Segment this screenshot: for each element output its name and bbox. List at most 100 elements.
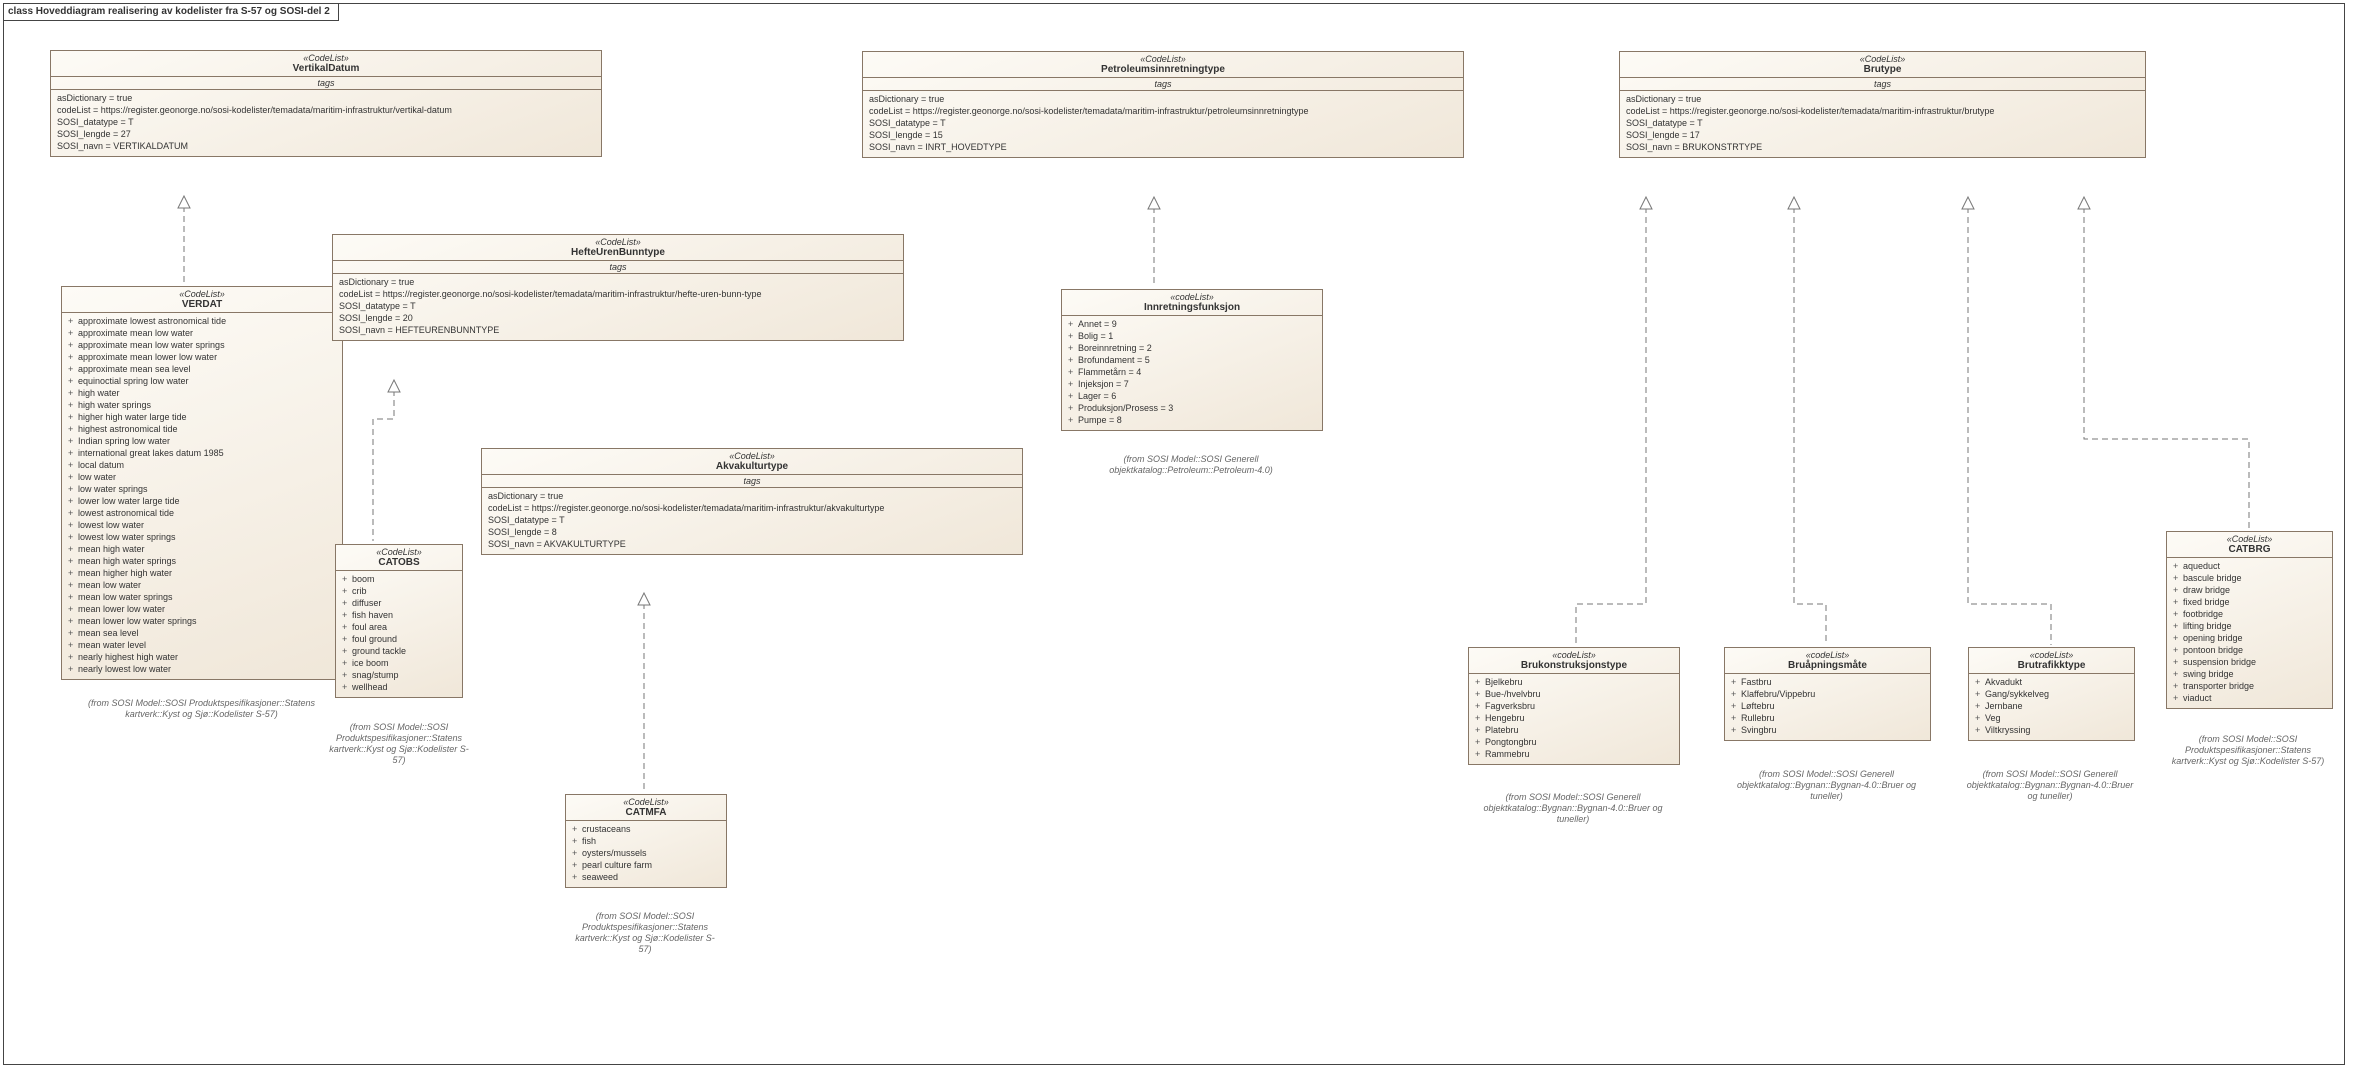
list-item: +Gang/sykkelveg	[1975, 688, 2130, 700]
note-catmfa: (from SOSI Model::SOSI Produktspesifikas…	[569, 911, 721, 955]
list-item: +lowest low water springs	[68, 531, 338, 543]
list-item: +mean sea level	[68, 627, 338, 639]
note-brukonstruksjon: (from SOSI Model::SOSI Generell objektka…	[1474, 792, 1672, 825]
list-item: +approximate mean lower low water	[68, 351, 338, 363]
list-item: +approximate mean sea level	[68, 363, 338, 375]
class-verdat: «CodeList»VERDAT +approximate lowest ast…	[61, 286, 343, 680]
list-item: +mean low water	[68, 579, 338, 591]
list-item: +Platebru	[1475, 724, 1675, 736]
list-item: +nearly highest high water	[68, 651, 338, 663]
list-item: +snag/stump	[342, 669, 458, 681]
list-item: +high water	[68, 387, 338, 399]
list-item: +crib	[342, 585, 458, 597]
list-item: +mean lower low water springs	[68, 615, 338, 627]
note-verdat: (from SOSI Model::SOSI Produktspesifikas…	[79, 698, 324, 720]
list-item: +Rammebru	[1475, 748, 1675, 760]
list-item: +approximate mean low water	[68, 327, 338, 339]
list-item: +lowest low water	[68, 519, 338, 531]
list-item: +lower low water large tide	[68, 495, 338, 507]
list-item: +ground tackle	[342, 645, 458, 657]
list-item: +aqueduct	[2173, 560, 2328, 572]
list-item: +Indian spring low water	[68, 435, 338, 447]
class-petroleum: «CodeList»Petroleumsinnretningtype tags …	[862, 51, 1464, 158]
list-item: +pearl culture farm	[572, 859, 722, 871]
list-item: +fish haven	[342, 609, 458, 621]
class-akvakultur: «CodeList»Akvakulturtype tags asDictiona…	[481, 448, 1023, 555]
list-item: +highest astronomical tide	[68, 423, 338, 435]
list-item: +boom	[342, 573, 458, 585]
list-item: +wellhead	[342, 681, 458, 693]
list-item: +international great lakes datum 1985	[68, 447, 338, 459]
list-item: +oysters/mussels	[572, 847, 722, 859]
list-item: +equinoctial spring low water	[68, 375, 338, 387]
diagram-frame: class Hoveddiagram realisering av kodeli…	[3, 3, 2345, 1065]
list-item: +Hengebru	[1475, 712, 1675, 724]
list-item: +mean low water springs	[68, 591, 338, 603]
list-item: +Svingbru	[1731, 724, 1926, 736]
class-hefteurenbunn: «CodeList»HefteUrenBunntype tags asDicti…	[332, 234, 904, 341]
list-item: +Bue-/hvelvbru	[1475, 688, 1675, 700]
list-item: +Viltkryssing	[1975, 724, 2130, 736]
list-item: +seaweed	[572, 871, 722, 883]
list-item: +lifting bridge	[2173, 620, 2328, 632]
list-item: +diffuser	[342, 597, 458, 609]
list-item: +fish	[572, 835, 722, 847]
list-item: +low water	[68, 471, 338, 483]
note-brutrafikk: (from SOSI Model::SOSI Generell objektka…	[1964, 769, 2136, 802]
list-item: +draw bridge	[2173, 584, 2328, 596]
class-catobs: «CodeList»CATOBS +boom+crib+diffuser+fis…	[335, 544, 463, 698]
list-item: +mean lower low water	[68, 603, 338, 615]
list-item: +Pongtongbru	[1475, 736, 1675, 748]
list-item: +foul ground	[342, 633, 458, 645]
list-item: +Bolig = 1	[1068, 330, 1318, 342]
list-item: +Annet = 9	[1068, 318, 1318, 330]
list-item: +approximate mean low water springs	[68, 339, 338, 351]
class-brutrafikk: «codeList»Brutrafikktype +Akvadukt+Gang/…	[1968, 647, 2135, 741]
list-item: +Pumpe = 8	[1068, 414, 1318, 426]
list-item: +viaduct	[2173, 692, 2328, 704]
class-brukonstruksjon: «codeList»Brukonstruksjonstype +Bjelkebr…	[1468, 647, 1680, 765]
list-item: +bascule bridge	[2173, 572, 2328, 584]
list-item: +Flammetårn = 4	[1068, 366, 1318, 378]
list-item: +high water springs	[68, 399, 338, 411]
list-item: +mean high water	[68, 543, 338, 555]
list-item: +Klaffebru/Vippebru	[1731, 688, 1926, 700]
list-item: +mean high water springs	[68, 555, 338, 567]
list-item: +Rullebru	[1731, 712, 1926, 724]
list-item: +suspension bridge	[2173, 656, 2328, 668]
list-item: +mean higher high water	[68, 567, 338, 579]
list-item: +Akvadukt	[1975, 676, 2130, 688]
list-item: +ice boom	[342, 657, 458, 669]
class-bruapning: «codeList»Bruåpningsmåte +Fastbru+Klaffe…	[1724, 647, 1931, 741]
list-item: +swing bridge	[2173, 668, 2328, 680]
diagram-title: class Hoveddiagram realisering av kodeli…	[3, 3, 339, 21]
connectors	[4, 4, 2344, 1064]
list-item: +Boreinnretning = 2	[1068, 342, 1318, 354]
list-item: +low water springs	[68, 483, 338, 495]
list-item: +footbridge	[2173, 608, 2328, 620]
class-catmfa: «CodeList»CATMFA +crustaceans+fish+oyste…	[565, 794, 727, 888]
list-item: +Fastbru	[1731, 676, 1926, 688]
class-vertikaldatum: «CodeList»VertikalDatum tags asDictionar…	[50, 50, 602, 157]
class-catbrg: «CodeList»CATBRG +aqueduct+bascule bridg…	[2166, 531, 2333, 709]
list-item: +Brofundament = 5	[1068, 354, 1318, 366]
note-catobs: (from SOSI Model::SOSI Produktspesifikas…	[329, 722, 469, 766]
list-item: +pontoon bridge	[2173, 644, 2328, 656]
list-item: +Jernbane	[1975, 700, 2130, 712]
list-item: +lowest astronomical tide	[68, 507, 338, 519]
list-item: +Lager = 6	[1068, 390, 1318, 402]
list-item: +Fagverksbru	[1475, 700, 1675, 712]
list-item: +Injeksjon = 7	[1068, 378, 1318, 390]
list-item: +fixed bridge	[2173, 596, 2328, 608]
note-innretning: (from SOSI Model::SOSI Generell objektka…	[1064, 454, 1318, 476]
class-brutype: «CodeList»Brutype tags asDictionary = tr…	[1619, 51, 2146, 158]
list-item: +Løftebru	[1731, 700, 1926, 712]
note-bruapning: (from SOSI Model::SOSI Generell objektka…	[1730, 769, 1923, 802]
list-item: +local datum	[68, 459, 338, 471]
list-item: +approximate lowest astronomical tide	[68, 315, 338, 327]
list-item: +foul area	[342, 621, 458, 633]
list-item: +mean water level	[68, 639, 338, 651]
list-item: +Produksjon/Prosess = 3	[1068, 402, 1318, 414]
list-item: +higher high water large tide	[68, 411, 338, 423]
list-item: +Veg	[1975, 712, 2130, 724]
